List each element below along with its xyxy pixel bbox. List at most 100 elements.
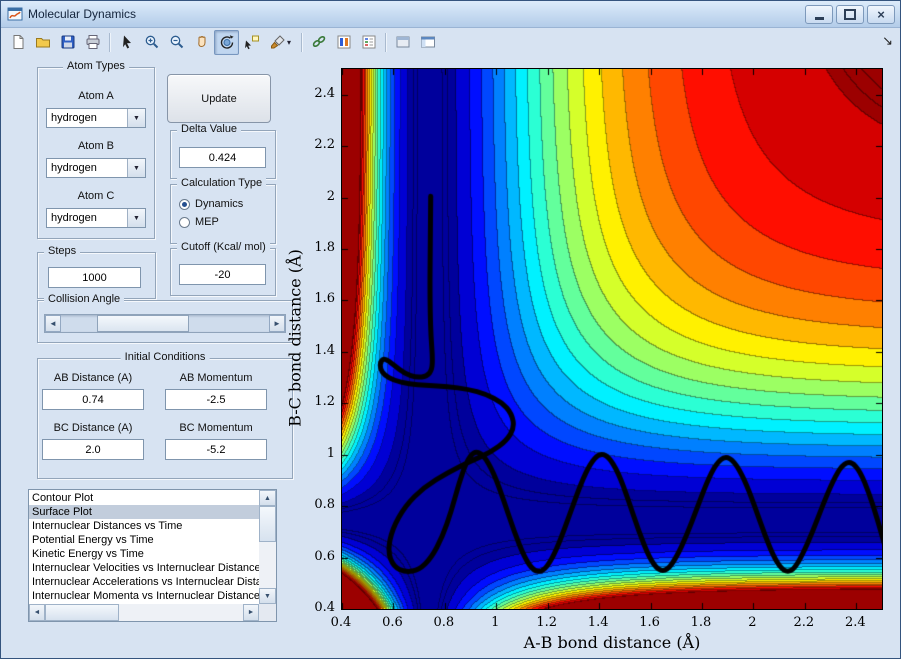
calc-type-option-mep[interactable]: MEP <box>171 213 275 231</box>
steps-panel: Steps <box>37 245 156 299</box>
data-cursor-icon <box>244 35 259 50</box>
show-plot-tools-icon <box>420 36 435 48</box>
delta-value-input[interactable] <box>179 147 266 168</box>
slider-right-arrow[interactable]: ► <box>269 315 285 332</box>
listbox-horizontal-scrollbar[interactable]: ◄ ► <box>29 604 259 621</box>
close-button[interactable]: × <box>867 5 895 24</box>
atom-b-label: Atom B <box>77 140 115 152</box>
combo-dropdown-button[interactable]: ▼ <box>127 209 145 227</box>
atom-types-panel: Atom Types Atom A hydrogen ▼ Atom B hydr… <box>37 60 155 239</box>
atom-b-select[interactable]: hydrogen ▼ <box>46 158 146 178</box>
vertical-scroll-thumb[interactable] <box>259 506 276 542</box>
x-tick-label: 0.8 <box>433 615 455 630</box>
radio-label: MEP <box>195 216 219 228</box>
list-item[interactable]: Internuclear Velocities vs Internuclear … <box>29 561 259 575</box>
minimize-icon <box>814 16 824 20</box>
list-item[interactable]: Kinetic Energy vs Time <box>29 547 259 561</box>
brush-dropdown-icon[interactable]: ▾ <box>287 38 291 47</box>
radio-label: Dynamics <box>195 198 244 210</box>
restore-icon <box>844 9 856 20</box>
steps-input[interactable] <box>48 267 141 288</box>
y-axis-title: B-C bond distance (Å) <box>285 249 305 427</box>
ab-distance-input[interactable] <box>42 389 144 410</box>
open-file-button[interactable] <box>30 30 55 55</box>
collision-angle-panel: Collision Angle ◄ ► <box>37 293 293 343</box>
x-axis-title: A-B bond distance (Å) <box>523 633 701 652</box>
cutoff-input[interactable] <box>179 264 266 285</box>
y-tick-label: 1 <box>326 445 335 461</box>
data-cursor-button[interactable] <box>239 30 264 55</box>
ab-momentum-input[interactable] <box>165 389 267 410</box>
pan-button[interactable] <box>189 30 214 55</box>
close-icon: × <box>877 7 885 22</box>
atom-c-label: Atom C <box>77 190 115 202</box>
horizontal-scroll-thumb[interactable] <box>45 604 119 621</box>
scroll-down-button[interactable]: ▼ <box>259 588 276 604</box>
print-button[interactable] <box>80 30 105 55</box>
radio-button-icon[interactable] <box>179 216 190 228</box>
combo-dropdown-button[interactable]: ▼ <box>127 109 145 127</box>
hide-plot-tools-button[interactable] <box>390 30 415 55</box>
plot-type-listbox[interactable]: Contour Plot Surface Plot Internuclear Dis… <box>28 489 277 622</box>
dock-figure-icon[interactable]: ↘ <box>882 33 893 49</box>
restore-button[interactable] <box>836 5 864 24</box>
chevron-down-icon: ▼ <box>133 114 140 122</box>
list-item[interactable]: Contour Plot <box>29 491 259 505</box>
toolbar-separator <box>385 32 386 52</box>
collision-angle-slider[interactable]: ◄ ► <box>44 314 286 333</box>
y-tick-label: 0.8 <box>314 497 335 513</box>
brush-icon <box>270 35 285 49</box>
bc-distance-input[interactable] <box>42 439 144 460</box>
list-item[interactable]: Internuclear Distances vs Time <box>29 519 259 533</box>
rotate-3d-icon <box>220 35 234 49</box>
initial-conditions-panel: Initial Conditions AB Distance (A) AB Mo… <box>37 351 293 479</box>
x-tick-label: 1 <box>491 615 500 630</box>
x-tick-label: 1.2 <box>536 615 558 630</box>
scroll-up-button[interactable]: ▲ <box>259 490 276 506</box>
title-bar[interactable]: Molecular Dynamics × <box>1 1 900 28</box>
chevron-down-icon: ▼ <box>133 214 140 222</box>
save-button[interactable] <box>55 30 80 55</box>
edit-plot-button[interactable] <box>114 30 139 55</box>
zoom-out-button[interactable] <box>164 30 189 55</box>
scroll-left-button[interactable]: ◄ <box>29 604 45 621</box>
list-item[interactable]: Surface Plot <box>29 505 259 519</box>
list-item[interactable]: Internuclear Accelerations vs Internucle… <box>29 575 259 589</box>
link-plot-button[interactable] <box>306 30 331 55</box>
show-plot-tools-button[interactable] <box>415 30 440 55</box>
matlab-figure-icon <box>7 7 23 21</box>
zoom-in-button[interactable] <box>139 30 164 55</box>
figure-window: Molecular Dynamics × ▾ ↘ Atom Types Atom… <box>0 0 901 659</box>
list-item[interactable]: Internuclear Momenta vs Internuclear Dis… <box>29 589 259 603</box>
update-button[interactable]: Update <box>167 74 271 123</box>
insert-colorbar-button[interactable] <box>331 30 356 55</box>
bc-momentum-input[interactable] <box>165 439 267 460</box>
contour-plot-canvas[interactable] <box>341 68 883 610</box>
y-tick-label: 0.4 <box>314 600 335 615</box>
listbox-vertical-scrollbar[interactable]: ▲ ▼ <box>259 490 276 604</box>
atom-c-select[interactable]: hydrogen ▼ <box>46 208 146 228</box>
calc-type-option-dynamics[interactable]: Dynamics <box>171 195 275 213</box>
list-item[interactable]: Potential Energy vs Time <box>29 533 259 547</box>
panel-title: Delta Value <box>177 123 242 135</box>
ab-distance-label: AB Distance (A) <box>53 372 133 384</box>
scroll-right-button[interactable]: ► <box>243 604 259 621</box>
new-file-button[interactable] <box>5 30 30 55</box>
toolbar-separator <box>109 32 110 52</box>
atom-a-select[interactable]: hydrogen ▼ <box>46 108 146 128</box>
slider-left-arrow[interactable]: ◄ <box>45 315 61 332</box>
x-tick-label: 1.8 <box>690 615 712 630</box>
panel-title: Initial Conditions <box>120 351 210 363</box>
rotate-3d-button[interactable] <box>214 29 239 55</box>
minimize-button[interactable] <box>805 5 833 24</box>
radio-button-icon[interactable] <box>179 198 190 210</box>
chevron-down-icon: ▼ <box>133 164 140 172</box>
combo-dropdown-button[interactable]: ▼ <box>127 159 145 177</box>
scrollbar-corner <box>259 604 276 621</box>
insert-legend-button[interactable] <box>356 30 381 55</box>
cutoff-panel: Cutoff (Kcal/ mol) <box>170 241 276 296</box>
brush-button[interactable]: ▾ <box>264 30 297 55</box>
save-floppy-icon <box>61 35 74 49</box>
y-tick-label: 0.6 <box>314 548 335 564</box>
slider-thumb[interactable] <box>97 315 189 332</box>
